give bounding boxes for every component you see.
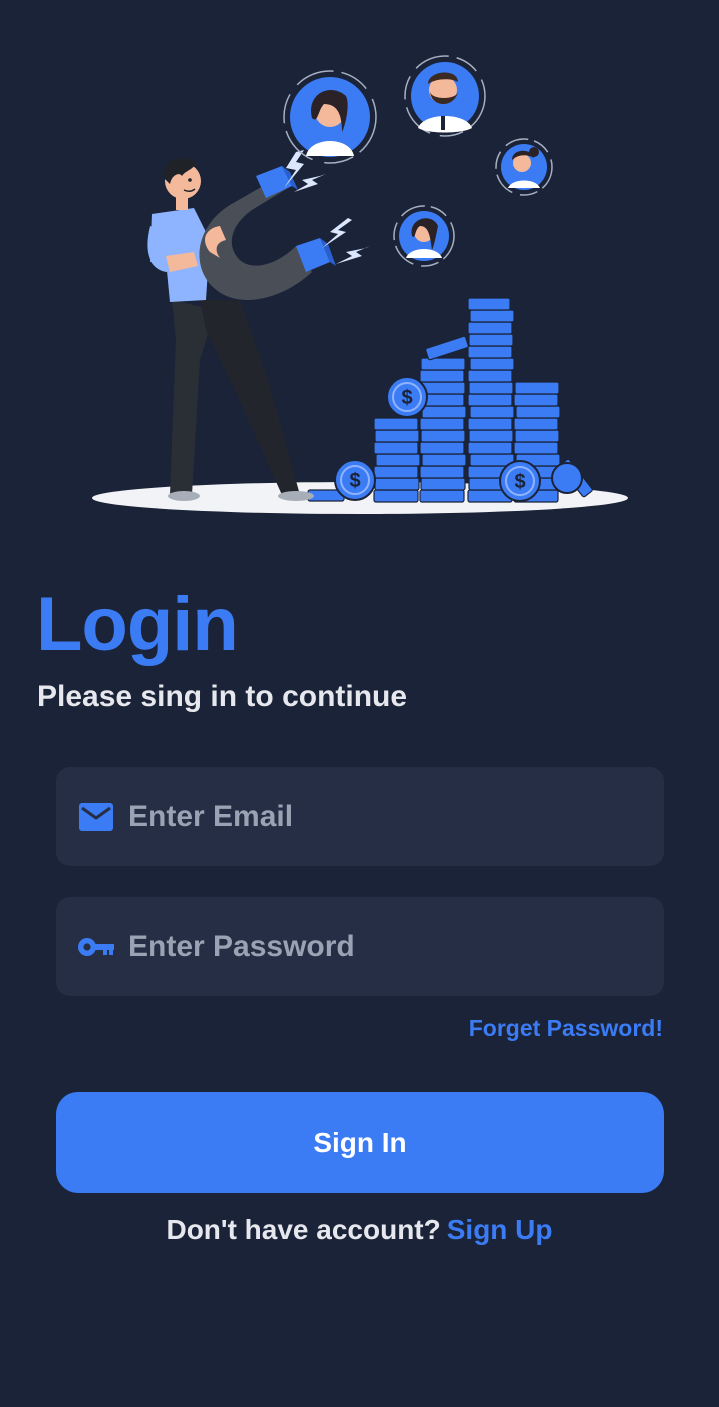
svg-text:$: $ — [401, 387, 412, 409]
signup-row: Don't have account? Sign Up — [0, 1211, 719, 1249]
avatar-woman-small — [495, 138, 553, 196]
avatar-man-bearded — [404, 55, 486, 137]
svg-text:$: $ — [349, 470, 360, 492]
forgot-password-link[interactable]: Forget Password! — [469, 1015, 663, 1042]
page-subtitle: Please sing in to continue — [37, 680, 408, 713]
hero-illustration: $ $ $ — [92, 55, 628, 514]
password-field[interactable] — [56, 897, 664, 996]
key-icon — [78, 929, 114, 965]
sign-in-button[interactable]: Sign In — [56, 1092, 664, 1193]
login-screen: $ $ $ Login Please sing in to continue E… — [0, 0, 719, 1407]
signup-prompt: Don't have account? — [166, 1214, 441, 1245]
magnet-icon — [199, 166, 336, 300]
sign-up-link[interactable]: Sign Up — [447, 1214, 553, 1245]
page-title: Login — [36, 582, 239, 667]
email-input[interactable] — [126, 785, 664, 848]
avatar-woman-large — [283, 70, 377, 164]
password-input[interactable] — [126, 915, 664, 978]
envelope-icon — [78, 799, 114, 835]
avatar-woman-medium — [393, 205, 455, 267]
svg-text:$: $ — [514, 471, 525, 493]
email-field[interactable] — [56, 767, 664, 866]
